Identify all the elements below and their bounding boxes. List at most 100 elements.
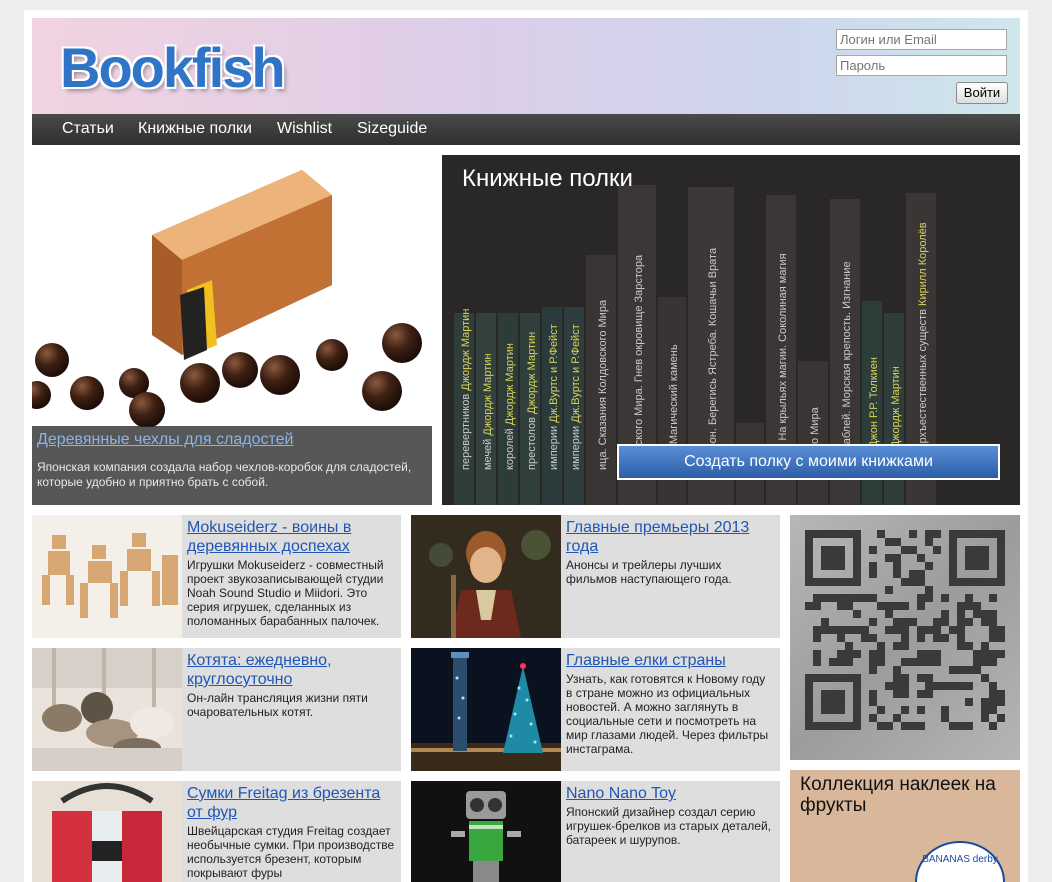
qr-module <box>901 674 909 682</box>
article-card-title[interactable]: Главные премьеры 2013 года <box>566 518 772 556</box>
password-input[interactable] <box>836 55 1007 76</box>
featured-article[interactable]: Деревянные чехлы для сладостей Японская … <box>32 155 432 505</box>
login-button[interactable]: Войти <box>956 82 1008 104</box>
qr-module <box>933 626 941 634</box>
qr-module <box>893 602 901 610</box>
article-card[interactable]: Mokuseiderz - воины в деревянных доспеха… <box>32 515 401 638</box>
qr-module <box>869 546 877 554</box>
qr-module <box>941 610 949 618</box>
nav-item-bookshelves[interactable]: Книжные полки <box>138 114 252 145</box>
nav-item-wishlist[interactable]: Wishlist <box>277 114 332 145</box>
qr-module <box>973 530 981 538</box>
nav-item-articles[interactable]: Статьи <box>62 114 114 145</box>
qr-module <box>861 634 869 642</box>
qr-module <box>965 594 973 602</box>
article-card[interactable]: Котята: ежедневно, круглосуточно Он-лайн… <box>32 648 401 771</box>
qr-module <box>989 578 997 586</box>
qr-module <box>845 650 853 658</box>
qr-code-image <box>805 530 1005 730</box>
create-shelf-button[interactable]: Создать полку с моими книжками <box>617 444 1000 480</box>
qr-module <box>829 690 837 698</box>
qr-module <box>885 722 893 730</box>
qr-module <box>957 626 965 634</box>
qr-module <box>981 658 989 666</box>
qr-module <box>997 690 1005 698</box>
qr-module <box>957 642 965 650</box>
qr-module <box>997 538 1005 546</box>
article-card-title[interactable]: Mokuseiderz - воины в деревянных доспеха… <box>187 518 393 556</box>
book-spine-label: Грифон. Берегись Ястреба. Кошачьи Врата <box>707 247 719 470</box>
qr-module <box>997 578 1005 586</box>
article-card[interactable]: Nano Nano Toy Японский дизайнер создал с… <box>411 781 780 882</box>
qr-module <box>965 578 973 586</box>
qr-module <box>813 658 821 666</box>
qr-module <box>957 578 965 586</box>
qr-module <box>989 690 997 698</box>
article-card-title[interactable]: Главные елки страны <box>566 651 772 670</box>
qr-module <box>853 546 861 554</box>
qr-module <box>845 578 853 586</box>
qr-module <box>973 602 981 610</box>
qr-module <box>957 530 965 538</box>
nav-item-sizeguide[interactable]: Sizeguide <box>357 114 427 145</box>
bookshelf-promo[interactable]: перевертников Джордж Мартин мечей Джордж … <box>442 155 1020 505</box>
qr-module <box>965 562 973 570</box>
qr-module <box>941 634 949 642</box>
qr-module <box>957 610 965 618</box>
qr-module <box>981 530 989 538</box>
christmas-tree-photo <box>411 648 561 771</box>
featured-description: Японская компания создала набор чехлов-к… <box>37 460 412 489</box>
main-nav: Статьи Книжные полки Wishlist Sizeguide <box>32 114 1020 145</box>
login-input[interactable] <box>836 29 1007 50</box>
book-spine-label: лдовского Мира. Гнев окровище Зарстора <box>633 254 645 470</box>
qr-module <box>853 578 861 586</box>
qr-module <box>869 690 877 698</box>
qr-module <box>941 706 949 714</box>
site-logo[interactable]: Bookfish <box>60 40 300 96</box>
qr-module <box>845 594 853 602</box>
qr-module <box>901 602 909 610</box>
qr-module <box>909 618 917 626</box>
article-card-description: Японский дизайнер создал серию игрушек-б… <box>566 805 771 847</box>
qr-module <box>829 722 837 730</box>
qr-module <box>821 562 829 570</box>
qr-module <box>933 650 941 658</box>
book-spine-label: престолов Джордж Мартин <box>526 332 538 470</box>
article-card[interactable]: Главные елки страны Узнать, как готовятс… <box>411 648 780 771</box>
qr-module <box>821 674 829 682</box>
qr-module <box>853 690 861 698</box>
book-spine-label: перевертников Джордж Мартин <box>460 309 472 470</box>
qr-code[interactable] <box>790 515 1020 760</box>
qr-module <box>853 610 861 618</box>
article-card[interactable]: Сумки Freitag из брезента от фур Швейцар… <box>32 781 401 882</box>
qr-module <box>845 658 853 666</box>
qr-module <box>805 706 813 714</box>
article-card-title[interactable]: Котята: ежедневно, круглосуточно <box>187 651 393 689</box>
qr-module <box>917 578 925 586</box>
qr-module <box>901 722 909 730</box>
qr-module <box>989 626 997 634</box>
qr-module <box>853 714 861 722</box>
article-card-title[interactable]: Сумки Freitag из брезента от фур <box>187 784 393 822</box>
featured-title-link[interactable]: Деревянные чехлы для сладостей <box>37 431 293 449</box>
qr-module <box>973 610 981 618</box>
article-card-title[interactable]: Nano Nano Toy <box>566 784 772 803</box>
qr-module <box>821 578 829 586</box>
movie-premiere-photo <box>411 515 561 638</box>
qr-module <box>861 626 869 634</box>
qr-module <box>805 682 813 690</box>
qr-module <box>821 546 829 554</box>
qr-module <box>949 546 957 554</box>
article-card-description: Он-лайн трансляция жизни пяти очаровател… <box>187 691 368 719</box>
article-card[interactable]: Главные премьеры 2013 года Анонсы и трей… <box>411 515 780 638</box>
qr-module <box>893 714 901 722</box>
qr-module <box>965 554 973 562</box>
qr-module <box>949 666 957 674</box>
stickers-title[interactable]: Коллекция наклеек на фрукты <box>800 774 1010 816</box>
qr-module <box>925 650 933 658</box>
qr-module <box>997 570 1005 578</box>
qr-module <box>837 706 845 714</box>
fruit-stickers-promo[interactable]: Коллекция наклеек на фрукты BANANAS derb… <box>790 770 1020 882</box>
qr-module <box>997 634 1005 642</box>
qr-module <box>909 530 917 538</box>
